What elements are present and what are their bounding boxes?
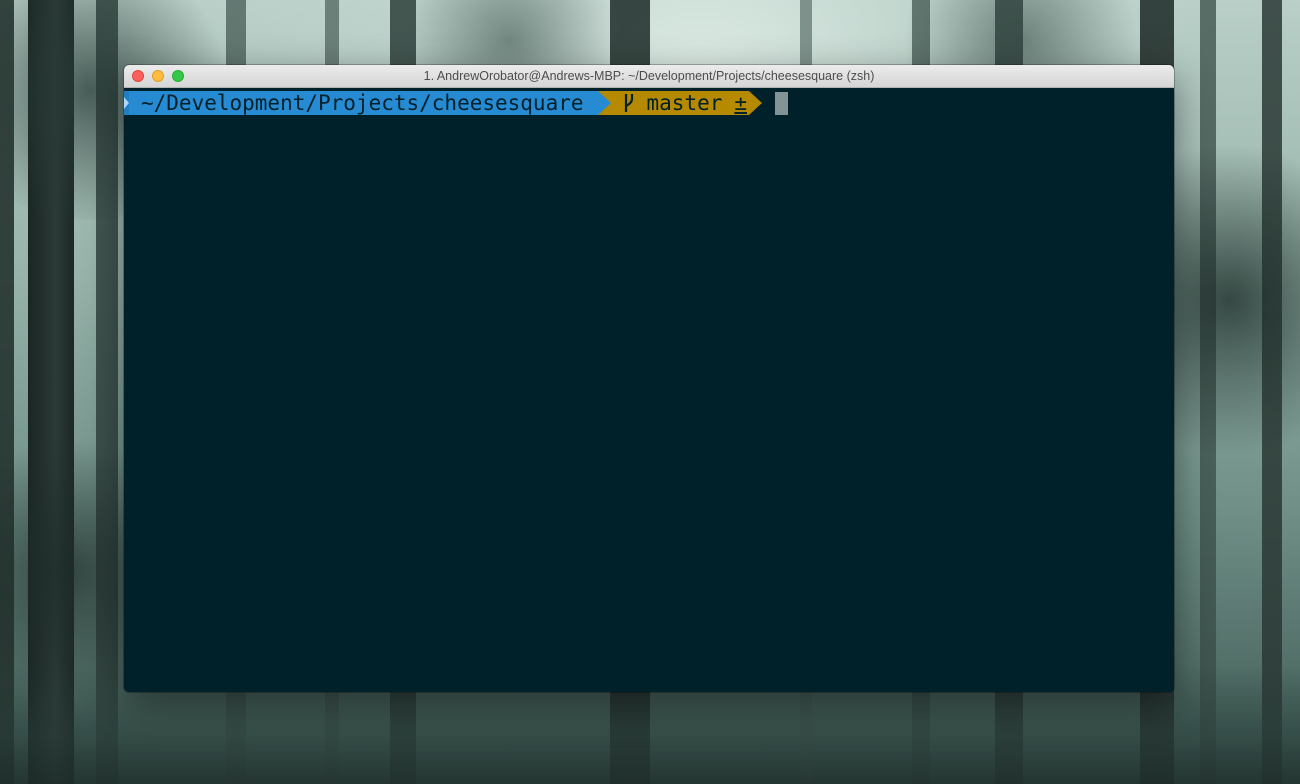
terminal-cursor xyxy=(775,91,789,115)
prompt-directory: ~/Development/Projects/cheesesquare xyxy=(141,91,584,115)
terminal-content[interactable]: ~/Development/Projects/cheesesquare mast… xyxy=(124,88,1174,692)
window-titlebar[interactable]: 1. AndrewOrobator@Andrews-MBP: ~/Develop… xyxy=(124,65,1174,88)
prompt-branch: master xyxy=(646,91,723,115)
powerline-separator-icon xyxy=(597,91,611,115)
git-branch-icon xyxy=(624,94,633,112)
prompt-git-status: ± xyxy=(734,91,748,115)
prompt-directory-segment: ~/Development/Projects/cheesesquare xyxy=(129,91,598,115)
prompt-git-segment: master ± xyxy=(610,91,750,115)
shell-prompt: ~/Development/Projects/cheesesquare mast… xyxy=(124,91,789,115)
powerline-separator-icon xyxy=(749,91,763,115)
window-title: 1. AndrewOrobator@Andrews-MBP: ~/Develop… xyxy=(423,69,875,83)
terminal-window[interactable]: 1. AndrewOrobator@Andrews-MBP: ~/Develop… xyxy=(124,65,1174,692)
prompt-start-marker xyxy=(124,91,129,115)
